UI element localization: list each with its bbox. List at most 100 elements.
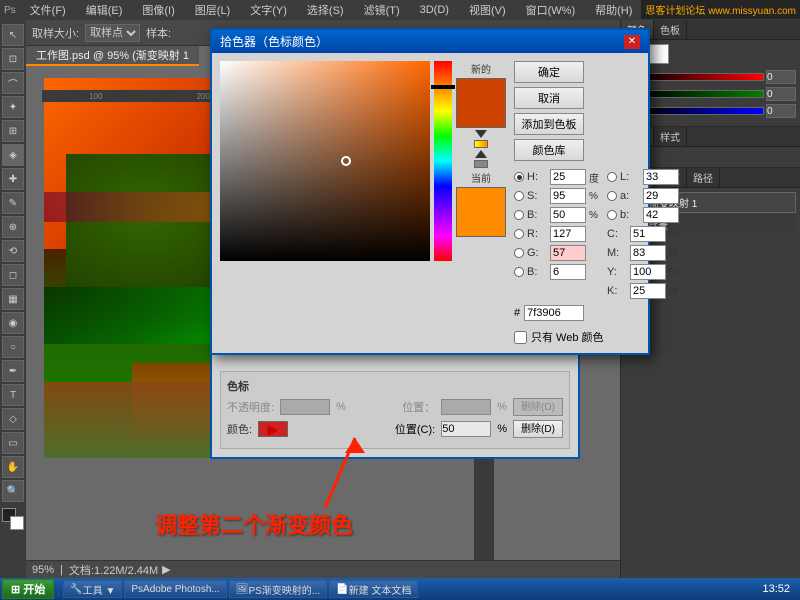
s-input[interactable] [550,188,586,204]
r-input[interactable] [550,226,586,242]
dialog-close-button[interactable]: ✕ [624,35,640,49]
menu-file[interactable]: 文件(F) [24,0,72,20]
menu-edit[interactable]: 编辑(E) [80,0,129,20]
tool-wand[interactable]: ✦ [2,96,24,118]
foreground-background-colors[interactable] [2,508,24,530]
tool-blur[interactable]: ◉ [2,312,24,334]
b2-label: B: [527,266,547,278]
color-preview-btn[interactable]: ▶ [258,421,288,437]
h-radio[interactable] [514,172,524,182]
hex-input[interactable] [524,305,584,321]
hue-bar[interactable] [434,61,452,261]
position-input-color[interactable] [441,421,491,437]
tool-zoom[interactable]: 🔍 [2,480,24,502]
tool-brush[interactable]: ✎ [2,192,24,214]
delete-color-btn[interactable]: 删除(D) [513,420,563,438]
m-unit: % [669,248,678,259]
color-unit: % [497,423,507,435]
position-label-opacity: 位置： [402,399,435,415]
sample-size-select[interactable]: 取样点 [85,24,140,42]
document-tab[interactable]: 工作图.psd @ 95% (渐变映射 1 [26,46,199,66]
color-label: 颜色: [227,421,252,437]
cancel-button[interactable]: 取消 [514,87,584,109]
tool-history[interactable]: ⟲ [2,240,24,262]
b2-radio[interactable] [514,267,524,277]
menu-window[interactable]: 窗口(W%) [520,0,582,20]
b2-input[interactable] [550,264,586,280]
tab-swatches[interactable]: 色板 [654,20,687,39]
left-toolbar: ↖ ⊡ ⌒ ✦ ⊞ ◈ ✚ ✎ ⊕ ⟲ ◻ ▦ ◉ ○ ✒ T ◇ ▭ ✋ 🔍 [0,20,26,578]
menu-3d[interactable]: 3D(D) [414,2,455,18]
s-radio[interactable] [514,191,524,201]
g-radio[interactable] [514,248,524,258]
menu-filter[interactable]: 滤镜(T) [358,0,406,20]
y-unit: % [669,267,678,278]
tool-pen[interactable]: ✒ [2,360,24,382]
a-field-row: a: [607,188,679,204]
menu-text[interactable]: 文字(Y) [244,0,293,20]
menu-layer[interactable]: 图层(L) [189,0,236,20]
menu-select[interactable]: 选择(S) [301,0,350,20]
c-input[interactable] [630,226,666,242]
menu-help[interactable]: 帮助(H) [589,0,638,20]
dialog-right: 确定 取消 添加到色板 颜色库 H: 度 S: % [514,61,679,345]
new-color-swatch[interactable] [456,78,506,128]
menu-image[interactable]: 图像(I) [136,0,180,20]
tool-eyedropper[interactable]: ◈ [2,144,24,166]
b-input[interactable] [550,207,586,223]
tool-hand[interactable]: ✋ [2,456,24,478]
tool-crop[interactable]: ⊞ [2,120,24,142]
dialog-content: 新的 当前 确定 取消 添加到色板 颜色库 [212,53,648,353]
tool-text[interactable]: T [2,384,24,406]
color-stop-title: 色标 [227,378,563,394]
color-icons [456,130,506,168]
tool-path[interactable]: ◇ [2,408,24,430]
r-value[interactable] [766,70,796,84]
ok-button[interactable]: 确定 [514,61,584,83]
tool-gradient[interactable]: ▦ [2,288,24,310]
y-input[interactable] [630,264,666,280]
hex-label: # [514,307,520,319]
tool-shape[interactable]: ▭ [2,432,24,454]
b3-radio[interactable] [607,210,617,220]
taskbar-item-newdoc[interactable]: 📄 新建 文本文档 [329,580,418,598]
taskbar-item-ps[interactable]: Ps Adobe Photosh... [124,580,226,598]
l-radio[interactable] [607,172,617,182]
start-label: 开始 [23,581,45,597]
a-input[interactable] [643,188,679,204]
b-unit: % [589,210,598,221]
tool-dodge[interactable]: ○ [2,336,24,358]
web-colors-checkbox[interactable] [514,331,527,344]
menu-view[interactable]: 视图(V) [463,0,512,20]
hsb-rgb-col: H: 度 S: % B: % [514,169,599,299]
add-to-swatches-button[interactable]: 添加到色板 [514,113,584,135]
tab-paths[interactable]: 路径 [687,168,720,187]
color-stop-section: 色标 不透明度: % 位置： % 删除(D) 颜色: ▶ 位置(C): % 删除… [220,371,570,449]
l-input[interactable] [643,169,679,185]
current-color-swatch[interactable] [456,187,506,237]
taskbar-item-gradient[interactable]: 🖼 PS渐变映射的... [229,580,327,598]
k-input[interactable] [630,283,666,299]
gradient-cursor [341,156,351,166]
b-value[interactable] [766,104,796,118]
tool-eraser[interactable]: ◻ [2,264,24,286]
tool-heal[interactable]: ✚ [2,168,24,190]
m-input[interactable] [630,245,666,261]
lab-cmyk-col: L: a: b: C: [607,169,679,299]
tool-lasso[interactable]: ⌒ [2,72,24,94]
start-button[interactable]: ⊞ 开始 [2,579,54,599]
tool-select[interactable]: ⊡ [2,48,24,70]
tool-clone[interactable]: ⊕ [2,216,24,238]
b3-input[interactable] [643,207,679,223]
h-input[interactable] [550,169,586,185]
tool-move[interactable]: ↖ [2,24,24,46]
g-value[interactable] [766,87,796,101]
newdoc-label: 新建 文本文档 [349,582,412,597]
taskbar-item-tools[interactable]: 🔧 工具 ▼ [63,580,122,598]
color-gradient-box[interactable] [220,61,430,261]
color-library-button[interactable]: 颜色库 [514,139,584,161]
a-radio[interactable] [607,191,617,201]
g-input[interactable] [550,245,586,261]
b-radio[interactable] [514,210,524,220]
r-radio[interactable] [514,229,524,239]
